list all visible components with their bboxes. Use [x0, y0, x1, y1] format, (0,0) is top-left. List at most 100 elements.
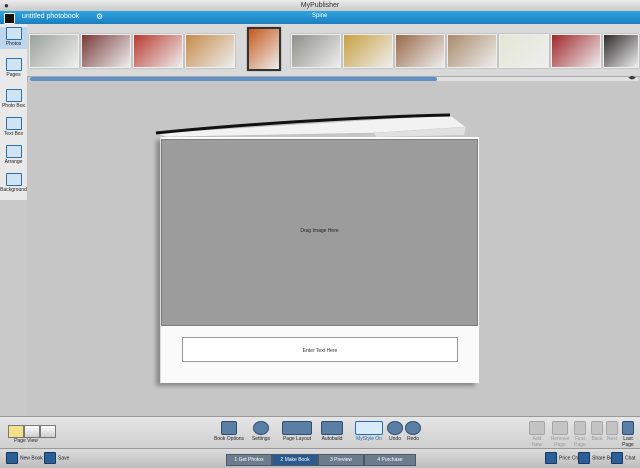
app-icon	[4, 13, 15, 24]
photo-drop-zone[interactable]: Drag Image Here	[161, 139, 478, 326]
photos-icon	[5, 27, 22, 40]
photo-thumbnail[interactable]	[603, 34, 639, 68]
tab-pages-label: Pages	[6, 72, 21, 78]
first-page-icon	[574, 421, 586, 435]
arrange-label: Arrange	[4, 159, 23, 165]
chat-icon	[611, 452, 623, 464]
scrollbar-thumb[interactable]	[30, 77, 437, 81]
next-icon	[606, 421, 618, 435]
book-options-button[interactable]: Book Options	[210, 421, 248, 442]
spread-view-button[interactable]	[24, 425, 40, 438]
book-options-label: Book Options	[213, 436, 245, 442]
background-icon	[5, 173, 22, 186]
photo-thumbnail[interactable]	[551, 34, 601, 68]
next-label: Next	[606, 436, 618, 442]
last-page-label: Last Page	[622, 436, 634, 448]
photo-thumbnail[interactable]	[395, 34, 445, 68]
text-box-label: Text Box	[3, 131, 24, 137]
undo-label: Undo	[389, 436, 401, 442]
back-icon	[591, 421, 603, 435]
project-bar: untitled photobook ⚙ Spine	[0, 11, 640, 24]
remove-page-button[interactable]: Remove Page	[550, 421, 570, 448]
remove-page-label: Remove Page	[550, 436, 570, 448]
redo-label: Redo	[407, 436, 419, 442]
new-book-icon	[6, 452, 18, 464]
redo-button[interactable]: Redo	[405, 421, 421, 442]
save-label: Save	[58, 455, 70, 462]
tab-photos-label: Photos	[5, 41, 22, 47]
scroll-arrows-icon[interactable]: ◀▶	[628, 75, 636, 81]
tab-pages[interactable]: Pages	[0, 58, 27, 80]
mystyle-label: MyStyle On	[356, 436, 382, 442]
next-button[interactable]: Next	[605, 421, 619, 442]
photo-thumbnail[interactable]	[291, 34, 341, 68]
photo-thumbnail[interactable]	[247, 27, 281, 71]
photo-box-label: Photo Box	[1, 103, 26, 109]
settings-button[interactable]: Settings	[250, 421, 272, 442]
chat-button[interactable]: Chat	[611, 452, 636, 464]
page-view-label: Page View	[14, 438, 38, 444]
photo-thumbnail[interactable]	[343, 34, 393, 68]
photo-thumbnail[interactable]	[447, 34, 497, 68]
project-title[interactable]: untitled photobook	[22, 13, 79, 20]
book-options-icon	[221, 421, 237, 435]
pages-icon	[5, 58, 22, 71]
settings-icon	[253, 421, 269, 435]
photo-thumbnail[interactable]	[499, 34, 549, 68]
apple-menu-icon[interactable]: ●	[4, 0, 9, 11]
tab-photos[interactable]: Photos	[0, 27, 27, 49]
page-view-switcher	[6, 425, 56, 438]
autobuild-button[interactable]: Autobuild	[318, 421, 346, 442]
step-get-photos[interactable]: 1 Get Photos	[226, 454, 272, 466]
step-make-book[interactable]: 2 Make Book	[272, 454, 318, 466]
autobuild-label: Autobuild	[321, 436, 343, 442]
background-tool[interactable]: Background	[0, 173, 27, 193]
step-purchase[interactable]: 4 Purchase	[364, 454, 416, 466]
photo-strip	[27, 24, 640, 77]
grid-view-button[interactable]	[40, 425, 56, 438]
photo-box-icon	[5, 89, 22, 102]
settings-label: Settings	[251, 436, 271, 442]
photo-thumbnail[interactable]	[29, 34, 79, 68]
window-title: MyPublisher	[300, 2, 340, 9]
last-page-button[interactable]: Last Page	[620, 421, 636, 448]
new-book-button[interactable]: New Book	[6, 452, 43, 464]
single-page-view-button[interactable]	[8, 425, 24, 438]
text-box-tool[interactable]: Text Box	[0, 117, 27, 137]
left-sidebar: Photos Pages Photo Box Text Box Arrange …	[0, 24, 28, 200]
photo-thumbnail[interactable]	[133, 34, 183, 68]
page-layout-icon	[282, 421, 312, 435]
page-layout-button[interactable]: Page Layout	[280, 421, 314, 442]
step-preview[interactable]: 3 Preview	[318, 454, 364, 466]
page-layout-label: Page Layout	[282, 436, 312, 442]
price-check-icon	[545, 452, 557, 464]
photo-placeholder-text: Drag Image Here	[300, 228, 339, 234]
photo-thumbnail[interactable]	[81, 34, 131, 68]
gear-icon[interactable]: ⚙	[96, 12, 103, 21]
undo-icon	[387, 421, 403, 435]
first-page-label: First Page	[574, 436, 586, 448]
autobuild-icon	[321, 421, 343, 435]
mystyle-icon	[355, 421, 383, 435]
last-page-icon	[622, 421, 634, 435]
redo-icon	[405, 421, 421, 435]
save-button[interactable]: Save	[44, 452, 69, 464]
add-page-icon	[529, 421, 545, 435]
spine-label[interactable]: Spine	[312, 13, 327, 19]
photo-thumbnail[interactable]	[185, 34, 235, 68]
photo-box-tool[interactable]: Photo Box	[0, 89, 27, 109]
mystyle-toggle[interactable]: MyStyle On	[353, 421, 385, 442]
strip-scrollbar[interactable]: ◀▶	[30, 75, 638, 81]
text-placeholder-text: Enter Text Here	[302, 348, 338, 354]
new-book-label: New Book	[20, 455, 43, 462]
text-entry-box[interactable]: Enter Text Here	[182, 337, 458, 362]
back-button[interactable]: Back	[590, 421, 604, 442]
save-icon	[44, 452, 56, 464]
arrange-tool[interactable]: Arrange	[0, 145, 27, 165]
chat-label: Chat	[625, 455, 636, 462]
back-label: Back	[591, 436, 603, 442]
arrange-icon	[5, 145, 22, 158]
text-box-icon	[5, 117, 22, 130]
first-page-button[interactable]: First Page	[573, 421, 587, 448]
undo-button[interactable]: Undo	[387, 421, 403, 442]
